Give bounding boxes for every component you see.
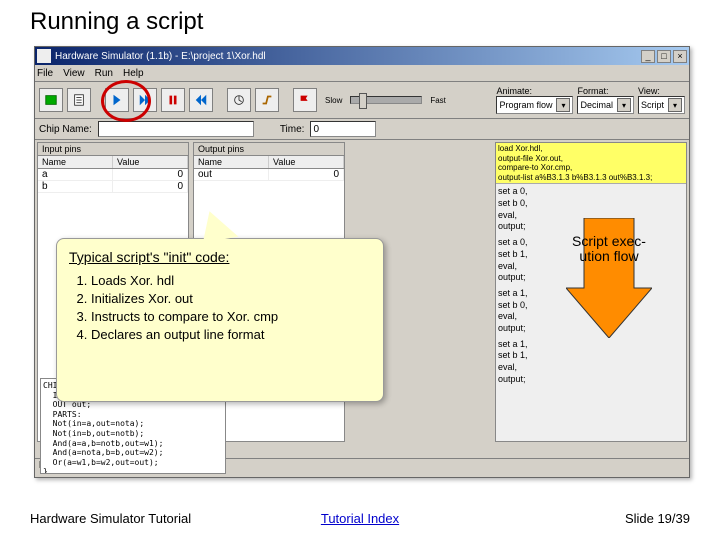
- load-chip-button[interactable]: [39, 88, 63, 112]
- animate-combo[interactable]: Program flow▾: [496, 96, 573, 114]
- flow-arrow-text: Script exec- ution flow: [566, 234, 652, 265]
- menu-help[interactable]: Help: [123, 68, 144, 79]
- chip-name-input[interactable]: [98, 121, 254, 137]
- script-block: set a 1, set b 1, eval, output;: [498, 339, 684, 386]
- slide-title: Running a script: [30, 8, 203, 36]
- chip-bar: Chip Name: Time:: [35, 119, 689, 140]
- maximize-button[interactable]: □: [657, 50, 671, 63]
- callout-box: Typical script's "init" code: Loads Xor.…: [56, 238, 384, 402]
- callout-tail: [198, 207, 239, 243]
- menu-file[interactable]: File: [37, 68, 53, 79]
- close-button[interactable]: ×: [673, 50, 687, 63]
- menubar: File View Run Help: [35, 65, 689, 82]
- toolbar: Slow Fast Animate: Program flow▾ Format:…: [35, 82, 689, 119]
- chevron-down-icon: ▾: [668, 98, 682, 112]
- menu-run[interactable]: Run: [95, 68, 113, 79]
- input-pins-title: Input pins: [38, 143, 188, 156]
- table-row[interactable]: a0: [38, 169, 188, 181]
- highlight-circle: [101, 80, 151, 122]
- pause-button[interactable]: [161, 88, 185, 112]
- breakpoint-button[interactable]: [293, 88, 317, 112]
- table-row[interactable]: out0: [194, 169, 344, 181]
- col-value: Value: [269, 156, 344, 168]
- col-name: Name: [194, 156, 269, 168]
- menu-view[interactable]: View: [63, 68, 85, 79]
- speed-fast-label: Fast: [430, 96, 446, 105]
- script-header: load Xor.hdl, output-file Xor.out, compa…: [496, 143, 686, 184]
- callout-item: Declares an output line format: [91, 327, 371, 342]
- tick-tock-button[interactable]: [255, 88, 279, 112]
- animate-label: Animate:: [496, 86, 573, 96]
- rewind-button[interactable]: [189, 88, 213, 112]
- speed-slow-label: Slow: [325, 96, 342, 105]
- footer-right: Slide 19/39: [625, 511, 690, 526]
- output-pins-title: Output pins: [194, 143, 344, 156]
- callout-title: Typical script's "init" code:: [69, 249, 371, 265]
- titlebar: Hardware Simulator (1.1b) - E:\project 1…: [35, 47, 689, 65]
- chip-name-label: Chip Name:: [39, 124, 92, 135]
- col-value: Value: [113, 156, 188, 168]
- flow-arrow: Script exec- ution flow: [566, 218, 652, 338]
- tutorial-index-link[interactable]: Tutorial Index: [321, 511, 399, 526]
- format-combo[interactable]: Decimal▾: [577, 96, 634, 114]
- minimize-button[interactable]: _: [641, 50, 655, 63]
- time-label: Time:: [280, 124, 305, 135]
- table-row[interactable]: b0: [38, 181, 188, 193]
- callout-item: Initializes Xor. out: [91, 291, 371, 306]
- load-script-button[interactable]: [67, 88, 91, 112]
- chevron-down-icon: ▾: [617, 98, 631, 112]
- col-name: Name: [38, 156, 113, 168]
- callout-item: Instructs to compare to Xor. cmp: [91, 309, 371, 324]
- eval-button[interactable]: [227, 88, 251, 112]
- chevron-down-icon: ▾: [556, 98, 570, 112]
- speed-slider[interactable]: [350, 96, 422, 104]
- view-combo[interactable]: Script▾: [638, 96, 685, 114]
- format-label: Format:: [577, 86, 634, 96]
- window-title: Hardware Simulator (1.1b) - E:\project 1…: [55, 51, 266, 62]
- app-icon: [37, 49, 51, 63]
- time-input[interactable]: [310, 121, 376, 137]
- view-label: View:: [638, 86, 685, 96]
- callout-item: Loads Xor. hdl: [91, 273, 371, 288]
